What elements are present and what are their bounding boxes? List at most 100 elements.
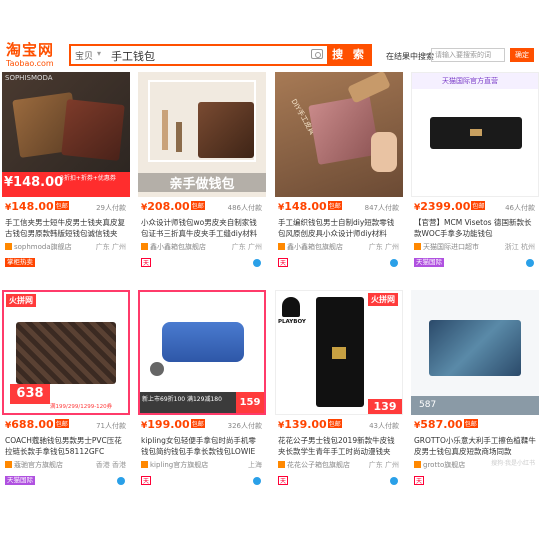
logo-subtext: Taobao.com	[6, 59, 54, 68]
shop-name[interactable]: 鑫小鑫箱包旗舰店	[141, 242, 206, 252]
product-title[interactable]: GROTTO小乐意大利手工擦色植鞣牛皮男士钱包真皮短款商场同款	[414, 435, 536, 457]
shop-name[interactable]: 蔻驰官方旗舰店	[5, 460, 63, 470]
hot-seller-badge: 掌柜热卖	[5, 258, 35, 267]
tmall-global-badge: 天猫国际	[414, 258, 444, 267]
shop-name[interactable]: 鑫小鑫箱包旗舰店	[278, 242, 343, 252]
free-shipping-badge: 包邮	[463, 419, 478, 428]
product-image[interactable]: 火拼网 638 满199/299/1299-120券	[2, 290, 130, 415]
shop-icon	[278, 243, 285, 250]
shop-icon	[414, 461, 421, 468]
playboy-logo-icon	[282, 297, 300, 317]
product-image[interactable]: 亲手做钱包	[138, 72, 266, 197]
promo-text: 新上市69折100 满129减180	[140, 392, 236, 413]
product-image[interactable]: SOPHISMODA ¥148.00 3折扣+折券+优惠券	[2, 72, 130, 197]
wangwang-chat-icon[interactable]	[390, 477, 398, 485]
product-image[interactable]: 587	[411, 290, 539, 415]
shop-name[interactable]: kipling官方旗舰店	[141, 460, 208, 470]
product-title[interactable]: COACH蔻驰钱包男款男士PVC压花拉链长款手拿钱包58112GFC	[5, 435, 127, 457]
product-image[interactable]: 新上市69折100 满129减180 159	[138, 290, 266, 415]
free-shipping-badge: 包邮	[471, 201, 486, 210]
shop-name[interactable]: grotto旗舰店	[414, 460, 465, 470]
shop-name[interactable]: 花花公子箱包旗舰店	[278, 460, 350, 470]
location: 广东 广州	[368, 461, 399, 469]
wangwang-chat-icon[interactable]	[390, 259, 398, 267]
product-card[interactable]: 天猫国际官方直营 ¥2399.00 包邮 46人付款 【官营】MCM Viseto…	[411, 72, 539, 270]
wangwang-chat-icon[interactable]	[117, 477, 125, 485]
wallet-image	[429, 320, 521, 376]
product-title[interactable]: 手工编织钱包男士自制diy短款零钱包风原创皮具小众设计师diy材料	[278, 217, 400, 239]
paid-count: 486人付款	[227, 204, 262, 212]
search-in-results-input[interactable]: 请输入要搜索的词	[431, 48, 505, 62]
search-query[interactable]: 手工钱包	[111, 48, 155, 64]
wallet-image	[430, 117, 522, 149]
product-image[interactable]: 天猫国际官方直营	[411, 72, 539, 197]
product-card[interactable]: 火拼网 638 满199/299/1299-120券 ¥688.00 包邮 71人…	[2, 290, 130, 495]
tmall-icon: 天	[141, 476, 151, 485]
location: 上海	[248, 461, 262, 469]
tmall-icon: 天	[278, 258, 288, 267]
product-title[interactable]: kipling女包轻便手拿包时尚手机零钱包简约钱包手拿长款钱包LOWIE	[141, 435, 263, 457]
free-shipping-badge: 包邮	[190, 419, 205, 428]
product-card[interactable]: DIY手工皮具 ¥148.00 包邮 847人付款 手工编织钱包男士自制diy短款…	[275, 72, 403, 270]
shop-icon	[278, 461, 285, 468]
shop-icon	[141, 243, 148, 250]
wangwang-chat-icon[interactable]	[253, 259, 261, 267]
product-price: ¥2399.00 包邮	[414, 200, 486, 213]
shop-icon	[5, 243, 12, 250]
clasp-image	[470, 129, 482, 136]
product-price: ¥688.00 包邮	[5, 418, 69, 431]
banner-text: 天猫国际官方直营	[442, 77, 498, 85]
product-card[interactable]: 587 ¥587.00 包邮 GROTTO小乐意大利手工擦色植鞣牛皮男士钱包真皮短…	[411, 290, 539, 495]
chevron-down-icon[interactable]: ▾	[97, 49, 101, 58]
product-image[interactable]: 火拼网 PLAYBOY 139	[275, 290, 403, 415]
tool-image	[176, 122, 182, 152]
monkey-charm-image	[150, 362, 164, 376]
paid-count: 847人付款	[364, 204, 399, 212]
product-title[interactable]: 小众设计师钱包wo男皮夹自制家钱包证书三折真牛皮夹手工缝diy材料包	[141, 217, 263, 239]
product-price: ¥148.00 包邮	[278, 200, 342, 213]
wallet-image	[308, 95, 380, 165]
wallet-image	[316, 297, 364, 407]
product-card[interactable]: 新上市69折100 满129减180 159 ¥199.00 包邮 326人付款 …	[138, 290, 266, 495]
product-price: ¥199.00 包邮	[141, 418, 205, 431]
product-card[interactable]: 亲手做钱包 ¥208.00 包邮 486人付款 小众设计师钱包wo男皮夹自制家钱包…	[138, 72, 266, 270]
shop-name[interactable]: 天猫国际进口超市	[414, 242, 479, 252]
taobao-logo[interactable]: 淘宝网 Taobao.com	[6, 42, 64, 69]
wallet-image	[61, 99, 125, 161]
promo-price: 587	[411, 396, 539, 415]
product-title[interactable]: 【官营】MCM Visetos 德国新款长款WOC手拿多功能钱包	[414, 217, 536, 239]
paid-count: 71人付款	[96, 422, 126, 430]
tmall-global-banner: 天猫国际官方直营	[412, 73, 538, 89]
product-image[interactable]: DIY手工皮具	[275, 72, 403, 197]
search-scope-select[interactable]: 宝贝	[75, 49, 93, 62]
product-card[interactable]: 火拼网 PLAYBOY 139 ¥139.00 包邮 43人付款 花花公子男士钱包…	[275, 290, 403, 495]
brand-text: PLAYBOY	[278, 319, 306, 325]
tool-image	[162, 110, 168, 150]
confirm-button[interactable]: 确定	[510, 48, 534, 62]
tmall-icon: 天	[141, 258, 151, 267]
location: 浙江 杭州	[504, 243, 535, 251]
shop-icon	[414, 243, 421, 250]
huopin-badge: 火拼网	[368, 293, 398, 306]
search-input[interactable]: 宝贝 ▾ 手工钱包	[69, 44, 329, 66]
free-shipping-badge: 包邮	[54, 201, 69, 210]
location: 广东 广州	[231, 243, 262, 251]
camera-icon[interactable]	[311, 49, 323, 59]
paid-count: 43人付款	[369, 422, 399, 430]
wangwang-chat-icon[interactable]	[526, 259, 534, 267]
image-caption: 亲手做钱包	[138, 173, 266, 192]
product-title[interactable]: 花花公子男士钱包2019新款牛皮钱夹长款学生青年手工时尚动漫钱夹	[278, 435, 400, 457]
location: 广东 广州	[95, 243, 126, 251]
promo-price: 139	[368, 399, 402, 414]
emblem-image	[332, 347, 346, 359]
promo-banner: ¥148.00 3折扣+折券+优惠券	[2, 172, 130, 197]
product-card[interactable]: SOPHISMODA ¥148.00 3折扣+折券+优惠券 ¥148.00 包邮 …	[2, 72, 130, 270]
promo-price: ¥148.00	[4, 175, 64, 190]
hand-image	[371, 132, 397, 172]
wangwang-chat-icon[interactable]	[253, 477, 261, 485]
promo-price: 159	[236, 392, 264, 413]
free-shipping-badge: 包邮	[54, 419, 69, 428]
shop-name[interactable]: sophmoda旗舰店	[5, 242, 72, 252]
product-title[interactable]: 手工信夹男士短牛皮男士钱夹真皮复古钱包男原款韩版短钱包诚信钱夹	[5, 217, 127, 239]
search-button[interactable]: 搜 索	[327, 44, 372, 66]
